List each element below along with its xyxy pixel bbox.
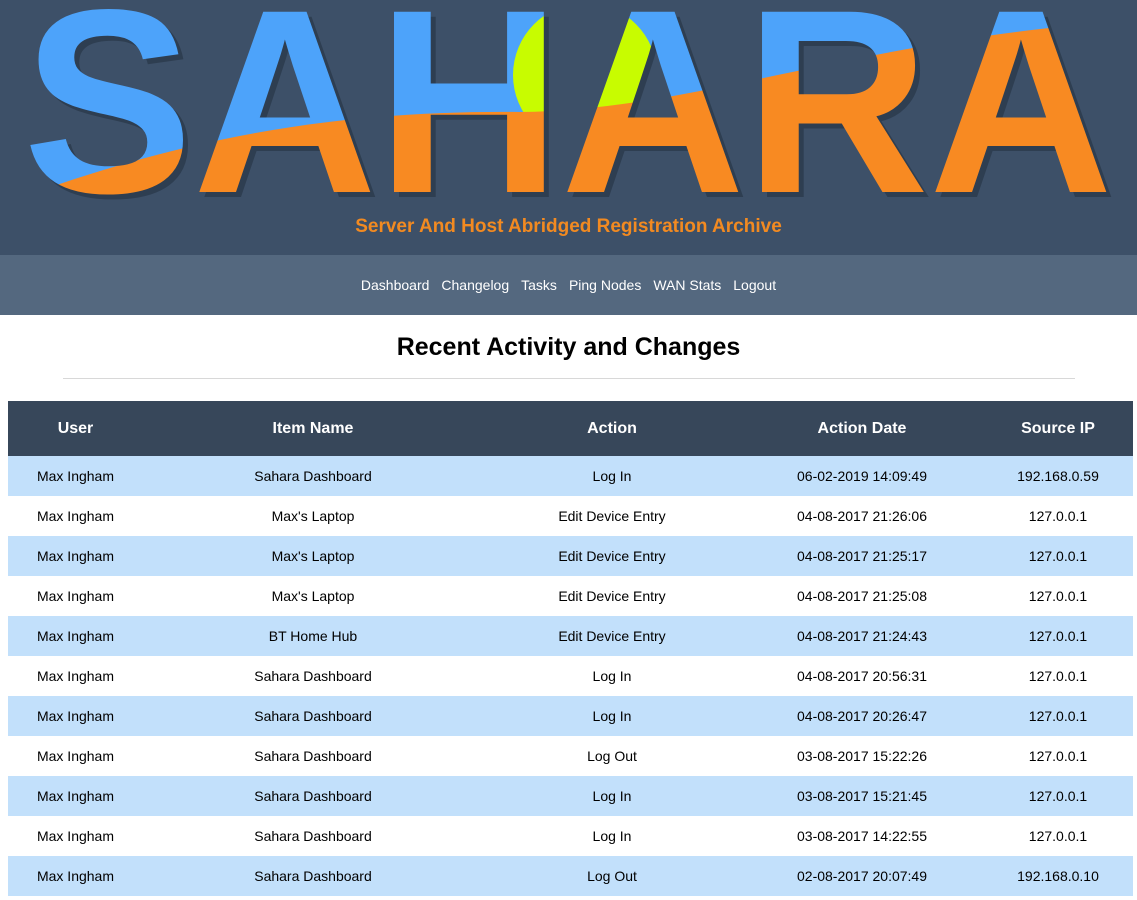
cell-action: Log In <box>483 696 741 736</box>
table-row: Max Ingham Sahara Dashboard Log In 04-08-20… <box>8 656 1133 696</box>
site-header: SAHARA SAHARA Server And Host Abridged R… <box>0 0 1137 255</box>
cell-action-date: 04-08-2017 21:25:17 <box>741 536 983 576</box>
cell-user: Max Ingham <box>8 856 143 896</box>
cell-action: Edit Device Entry <box>483 616 741 656</box>
activity-table-container: User Item Name Action Action Date Source IP … <box>0 379 1137 896</box>
cell-item-name: Sahara Dashboard <box>143 816 483 856</box>
cell-user: Max Ingham <box>8 456 143 496</box>
cell-source-ip: 127.0.0.1 <box>983 536 1133 576</box>
cell-action: Log In <box>483 456 741 496</box>
cell-user: Max Ingham <box>8 696 143 736</box>
cell-source-ip: 127.0.0.1 <box>983 576 1133 616</box>
column-header-item-name: Item Name <box>143 401 483 456</box>
table-header-row: User Item Name Action Action Date Source IP <box>8 401 1133 456</box>
table-row: Max Ingham BT Home Hub Edit Device Entry 04… <box>8 616 1133 656</box>
cell-action: Edit Device Entry <box>483 496 741 536</box>
cell-item-name: Sahara Dashboard <box>143 736 483 776</box>
table-row: Max Ingham Sahara Dashboard Log Out 03-08-2… <box>8 736 1133 776</box>
cell-user: Max Ingham <box>8 816 143 856</box>
table-row: Max Ingham Max's Laptop Edit Device Entry 0… <box>8 536 1133 576</box>
cell-action-date: 04-08-2017 21:24:43 <box>741 616 983 656</box>
cell-item-name: BT Home Hub <box>143 616 483 656</box>
column-header-user: User <box>8 401 143 456</box>
page-title: Recent Activity and Changes <box>396 333 741 361</box>
cell-source-ip: 127.0.0.1 <box>983 656 1133 696</box>
cell-action: Edit Device Entry <box>483 576 741 616</box>
cell-source-ip: 127.0.0.1 <box>983 616 1133 656</box>
cell-user: Max Ingham <box>8 536 143 576</box>
main-nav: Dashboard Changelog Tasks Ping Nodes WAN… <box>0 255 1137 315</box>
site-tagline: Server And Host Abridged Registration Ar… <box>355 216 782 237</box>
table-body: Max Ingham Sahara Dashboard Log In 06-02-20… <box>8 456 1133 896</box>
cell-source-ip: 192.168.0.10 <box>983 856 1133 896</box>
table-row: Max Ingham Sahara Dashboard Log In 03-08-20… <box>8 816 1133 856</box>
activity-table: User Item Name Action Action Date Source IP … <box>8 401 1133 896</box>
table-row: Max Ingham Sahara Dashboard Log Out 02-08-2… <box>8 856 1133 896</box>
cell-source-ip: 127.0.0.1 <box>983 736 1133 776</box>
cell-item-name: Sahara Dashboard <box>143 696 483 736</box>
cell-item-name: Max's Laptop <box>143 536 483 576</box>
table-row: Max Ingham Max's Laptop Edit Device Entry 0… <box>8 576 1133 616</box>
cell-user: Max Ingham <box>8 656 143 696</box>
cell-user: Max Ingham <box>8 616 143 656</box>
cell-source-ip: 127.0.0.1 <box>983 496 1133 536</box>
cell-user: Max Ingham <box>8 736 143 776</box>
cell-item-name: Max's Laptop <box>143 576 483 616</box>
cell-action: Log Out <box>483 856 741 896</box>
cell-item-name: Sahara Dashboard <box>143 856 483 896</box>
table-header: User Item Name Action Action Date Source IP <box>8 401 1133 456</box>
cell-user: Max Ingham <box>8 776 143 816</box>
cell-action-date: 02-08-2017 20:07:49 <box>741 856 983 896</box>
cell-item-name: Sahara Dashboard <box>143 776 483 816</box>
table-row: Max Ingham Sahara Dashboard Log In 03-08-20… <box>8 776 1133 816</box>
cell-source-ip: 127.0.0.1 <box>983 816 1133 856</box>
cell-user: Max Ingham <box>8 576 143 616</box>
cell-item-name: Max's Laptop <box>143 496 483 536</box>
nav-changelog[interactable]: Changelog <box>441 277 509 293</box>
cell-source-ip: 127.0.0.1 <box>983 776 1133 816</box>
nav-dashboard[interactable]: Dashboard <box>361 277 430 293</box>
column-header-action-date: Action Date <box>741 401 983 456</box>
cell-action: Log In <box>483 816 741 856</box>
cell-action-date: 04-08-2017 20:56:31 <box>741 656 983 696</box>
cell-item-name: Sahara Dashboard <box>143 456 483 496</box>
cell-action-date: 04-08-2017 20:26:47 <box>741 696 983 736</box>
cell-source-ip: 192.168.0.59 <box>983 456 1133 496</box>
cell-action: Log In <box>483 656 741 696</box>
table-row: Max Ingham Sahara Dashboard Log In 06-02-20… <box>8 456 1133 496</box>
nav-ping-nodes[interactable]: Ping Nodes <box>569 277 641 293</box>
cell-item-name: Sahara Dashboard <box>143 656 483 696</box>
cell-action-date: 03-08-2017 15:22:26 <box>741 736 983 776</box>
cell-action-date: 04-08-2017 21:26:06 <box>741 496 983 536</box>
cell-action: Edit Device Entry <box>483 536 741 576</box>
cell-action-date: 06-02-2019 14:09:49 <box>741 456 983 496</box>
cell-action: Log Out <box>483 736 741 776</box>
nav-logout[interactable]: Logout <box>733 277 776 293</box>
cell-action-date: 03-08-2017 14:22:55 <box>741 816 983 856</box>
column-header-source-ip: Source IP <box>983 401 1133 456</box>
table-row: Max Ingham Max's Laptop Edit Device Entry 0… <box>8 496 1133 536</box>
column-header-action: Action <box>483 401 741 456</box>
cell-action-date: 04-08-2017 21:25:08 <box>741 576 983 616</box>
sahara-logo: SAHARA SAHARA <box>23 0 1118 210</box>
cell-action-date: 03-08-2017 15:21:45 <box>741 776 983 816</box>
nav-wan-stats[interactable]: WAN Stats <box>653 277 721 293</box>
table-row: Max Ingham Sahara Dashboard Log In 04-08-20… <box>8 696 1133 736</box>
nav-tasks[interactable]: Tasks <box>521 277 557 293</box>
cell-user: Max Ingham <box>8 496 143 536</box>
cell-action: Log In <box>483 776 741 816</box>
cell-source-ip: 127.0.0.1 <box>983 696 1133 736</box>
